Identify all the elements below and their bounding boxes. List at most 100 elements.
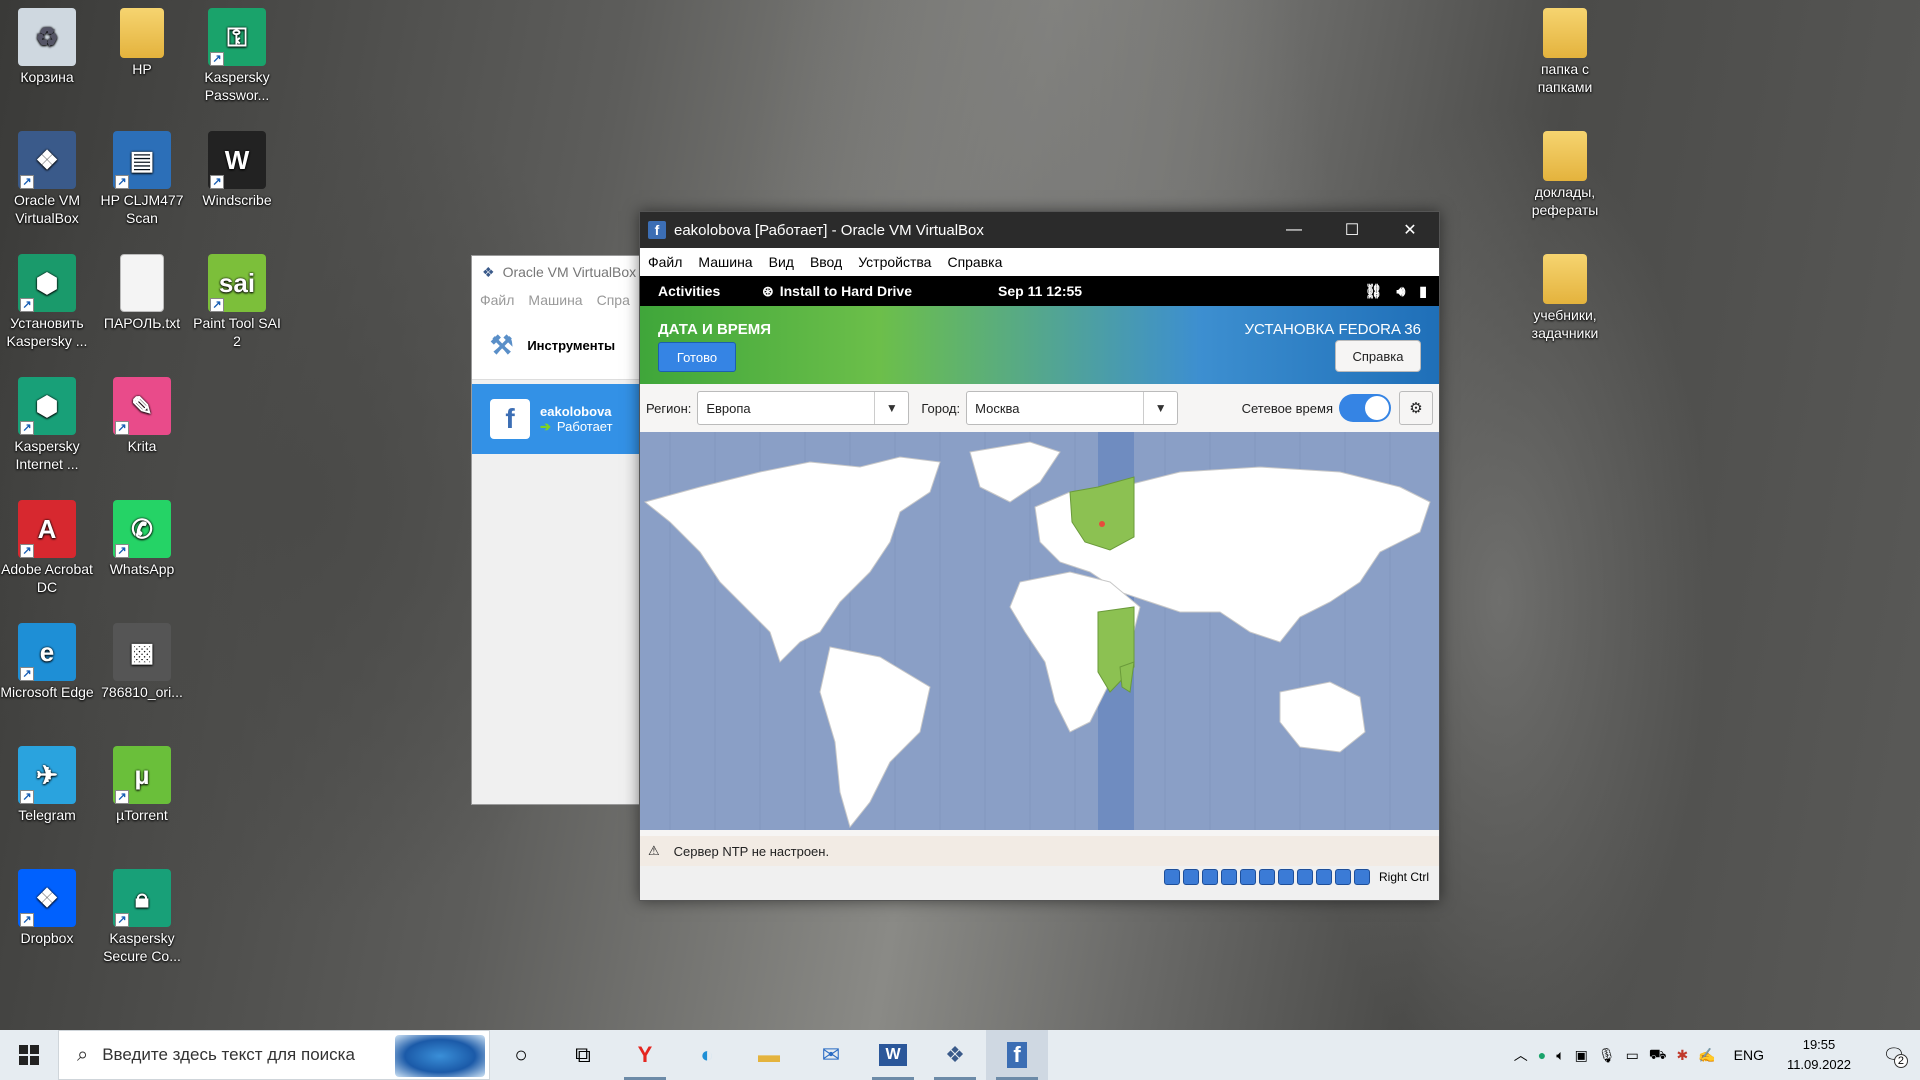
desktop-icon[interactable]: ⬢ ↗ Kaspersky Internet ... (0, 377, 94, 473)
audio-icon[interactable] (1201, 869, 1218, 885)
desktop-icon[interactable]: папка с папками (1518, 8, 1612, 96)
optical-drive-icon[interactable] (1182, 869, 1199, 885)
desktop-icon-label: Paint Tool SAI 2 (193, 315, 281, 349)
desktop-icon[interactable]: e ↗ Microsoft Edge (0, 623, 94, 701)
desktop-icon[interactable]: ✎ ↗ Krita (95, 377, 189, 455)
vbm-menu-file[interactable]: Файл (480, 292, 514, 308)
shortcut-arrow-icon: ↗ (20, 298, 34, 312)
car-icon[interactable]: ⛟ (1649, 1046, 1667, 1065)
vbm-menu-help[interactable]: Спра (597, 292, 630, 308)
activities-button[interactable]: Activities (658, 283, 762, 299)
desktop-icon[interactable]: учебники, задачники (1518, 254, 1612, 342)
taskbar-yandex[interactable]: Y (614, 1030, 676, 1080)
shortcut-arrow-icon: ↗ (115, 913, 129, 927)
start-button[interactable] (0, 1030, 58, 1080)
disk-icon[interactable] (1163, 869, 1180, 885)
show-hidden-icons-icon[interactable]: ︿ (1514, 1045, 1528, 1065)
desktop-icon[interactable]: HP (95, 8, 189, 78)
camera-icon[interactable]: ▣ (1575, 1047, 1588, 1064)
vm-menu-devices[interactable]: Устройства (858, 254, 931, 270)
desktop-icon[interactable]: ⬢ ↗ Установить Kaspersky ... (0, 254, 94, 350)
desktop-icon[interactable]: ▤ ↗ HP CLJM477 Scan (95, 131, 189, 227)
vbm-vm-item[interactable]: f eakolobova ➔ Работает (472, 384, 660, 454)
app-menu[interactable]: ⊛ Install to Hard Drive (762, 283, 998, 300)
vm-menu-view[interactable]: Вид (769, 254, 794, 270)
city-combo[interactable]: Москва ▼ (966, 391, 1179, 425)
region-value: Европа (706, 400, 751, 416)
speaker-icon[interactable]: 🔈︎ (1556, 1047, 1564, 1064)
done-button[interactable]: Готово (658, 342, 736, 372)
minimize-button[interactable]: — (1265, 212, 1323, 248)
taskbar-mail[interactable]: ✉ (800, 1030, 862, 1080)
vm-menu-file[interactable]: Файл (648, 254, 682, 270)
ntp-settings-button[interactable]: ⚙ (1399, 391, 1433, 425)
mouse-integration-icon[interactable] (1334, 869, 1351, 885)
region-combo[interactable]: Европа ▼ (697, 391, 910, 425)
system-menu[interactable]: ⛓ 🔊︎ ▮ (1365, 283, 1427, 300)
desktop-icon[interactable]: ❖ ↗ Dropbox (0, 869, 94, 947)
desktop-icon[interactable]: ❖ ↗ Oracle VM VirtualBox (0, 131, 94, 227)
close-button[interactable]: ✕ (1381, 212, 1439, 248)
taskbar-edge[interactable]: ◐ (676, 1030, 738, 1080)
cloud-sync-icon[interactable]: ✱ (1676, 1047, 1688, 1064)
microphone-icon[interactable]: 🎙︎ (1598, 1047, 1616, 1064)
desktop-icon-label: Windscribe (202, 192, 272, 208)
taskbar-explorer[interactable]: ▬ (738, 1030, 800, 1080)
keyboard-icon[interactable] (1353, 869, 1370, 885)
desktop-icon[interactable]: ⚿ ↗ Kaspersky Passwor... (190, 8, 284, 104)
language-indicator[interactable]: ENG (1734, 1047, 1764, 1063)
folder-icon (1543, 254, 1587, 304)
desktop-icon[interactable]: µ ↗ µTorrent (95, 746, 189, 824)
vm-window[interactable]: f eakolobova [Работает] - Oracle VM Virt… (639, 211, 1440, 901)
image-file-icon: ▩ (113, 623, 171, 681)
desktop-icon[interactable]: 🔒︎ ↗ Kaspersky Secure Co... (95, 869, 189, 965)
vm-menu-machine[interactable]: Машина (698, 254, 752, 270)
desktop-icon[interactable]: ♻ Корзина (0, 8, 94, 86)
task-view-button-2[interactable]: ⧉ (552, 1030, 614, 1080)
cpu-icon[interactable] (1315, 869, 1332, 885)
pen-icon[interactable]: ✍ (1698, 1047, 1715, 1064)
vbm-tools-item[interactable]: ⚒ Инструменты (472, 312, 660, 380)
vm-titlebar[interactable]: f eakolobova [Работает] - Oracle VM Virt… (640, 212, 1439, 248)
desktop-icon[interactable]: A ↗ Adobe Acrobat DC (0, 500, 94, 596)
desktop-icon[interactable]: ▩ 786810_ori... (95, 623, 189, 701)
vm-statusbar: Right Ctrl (640, 866, 1439, 888)
display-icon[interactable] (1277, 869, 1294, 885)
usb-icon[interactable] (1239, 869, 1256, 885)
desktop-icon[interactable]: ✆ ↗ WhatsApp (95, 500, 189, 578)
desktop-icon[interactable]: W ↗ Windscribe (190, 131, 284, 209)
shortcut-arrow-icon: ↗ (115, 790, 129, 804)
gnome-clock[interactable]: Sep 11 12:55 (998, 283, 1365, 299)
desktop-icon[interactable]: sai ↗ Paint Tool SAI 2 (190, 254, 284, 350)
app-name: Install to Hard Drive (779, 283, 912, 299)
desktop-icon-label: HP CLJM477 Scan (100, 192, 184, 226)
taskbar-virtualbox[interactable]: ❖ (924, 1030, 986, 1080)
vm-menu-help[interactable]: Справка (947, 254, 1002, 270)
battery-icon[interactable]: ▭ (1626, 1047, 1639, 1064)
search-box[interactable]: ⌕ Введите здесь текст для поиска (58, 1030, 490, 1080)
network-time-label: Сетевое время (1241, 400, 1333, 416)
kaspersky-tray-icon[interactable]: ● (1538, 1047, 1546, 1063)
taskbar-word[interactable]: W (862, 1030, 924, 1080)
maximize-button[interactable]: ☐ (1323, 212, 1381, 248)
shared-folders-icon[interactable] (1258, 869, 1275, 885)
help-button[interactable]: Справка (1335, 340, 1421, 372)
network-time-switch[interactable] (1339, 394, 1391, 422)
desktop-icon[interactable]: ✈ ↗ Telegram (0, 746, 94, 824)
vbm-menu-machine[interactable]: Машина (528, 292, 582, 308)
timezone-map[interactable] (640, 432, 1439, 830)
notification-count: 2 (1893, 1053, 1908, 1068)
network-adapter-icon[interactable] (1220, 869, 1237, 885)
vm-menu-input[interactable]: Ввод (810, 254, 842, 270)
shortcut-arrow-icon: ↗ (210, 52, 224, 66)
task-view-button[interactable]: ○ (490, 1030, 552, 1080)
clock[interactable]: 19:55 11.09.2022 (1774, 1035, 1864, 1075)
notification-button[interactable]: 🗨︎ 2 (1874, 1045, 1914, 1068)
network-icon: ⛓ (1364, 282, 1383, 299)
desktop-icon[interactable]: доклады, рефераты (1518, 131, 1612, 219)
desktop-icon[interactable]: ПАРОЛЬ.txt (95, 254, 189, 332)
virtualbox-manager-window[interactable]: ❖ Oracle VM VirtualBox Файл Машина Спра … (471, 255, 661, 805)
taskbar-vm[interactable]: f (986, 1030, 1048, 1080)
recording-icon[interactable] (1296, 869, 1313, 885)
vbm-titlebar[interactable]: ❖ Oracle VM VirtualBox (472, 256, 660, 288)
